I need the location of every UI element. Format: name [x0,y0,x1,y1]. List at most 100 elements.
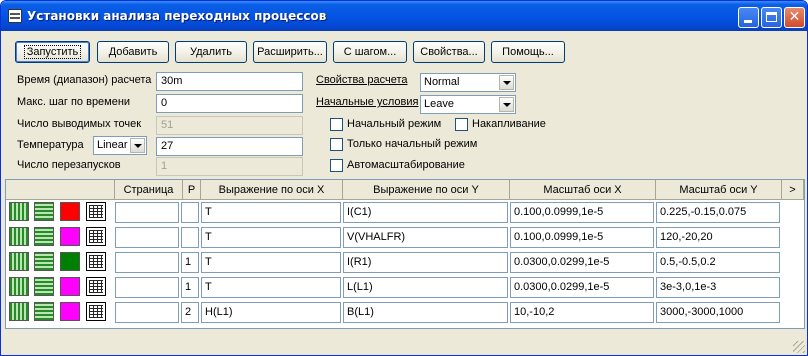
cell-p[interactable] [181,202,199,223]
cell-y-scale[interactable]: 0.5,-0.5,0.2 [656,252,780,273]
cell-y-scale[interactable]: 3e-3,0,1e-3 [656,277,780,298]
cell-x-expression[interactable]: T [201,252,341,273]
chevron-down-icon[interactable] [499,75,514,90]
initial-mode-label: Начальный режим [347,118,442,130]
table-header-controls [6,180,115,200]
trace-color-swatch[interactable] [60,252,80,271]
calc-properties-label: Свойства расчета [316,74,408,86]
stack-toggle-icon[interactable] [34,202,54,221]
cell-x-expression[interactable]: H(L1) [201,302,341,323]
cell-y-expression[interactable]: I(R1) [343,252,508,273]
trace-color-swatch[interactable] [60,302,80,321]
chevron-down-icon[interactable] [130,138,145,153]
window-title: Установки анализа переходных процессов [27,9,327,23]
cell-x-expression[interactable]: T [201,202,341,223]
temperature-mode-select[interactable]: Linear [93,136,147,155]
cell-x-scale[interactable]: 0.100,0.0999,1e-5 [510,202,654,223]
delete-button[interactable]: Удалить [175,41,247,63]
calc-properties-value: Normal [424,76,460,88]
time-range-field[interactable]: 30m [156,72,303,91]
cell-x-expression[interactable]: T [201,227,341,248]
column-header-x-scale[interactable]: Масштаб оси X [510,180,656,200]
stack-toggle-icon[interactable] [34,252,54,271]
cell-y-scale[interactable]: 120,-20,20 [656,227,780,248]
numeric-table-icon[interactable] [86,302,106,321]
cell-page[interactable] [115,302,179,323]
cell-page[interactable] [115,252,179,273]
help-button[interactable]: Помощь... [491,41,565,63]
stack-toggle-icon[interactable] [34,277,54,296]
cell-x-scale[interactable]: 10,-10,2 [510,302,654,323]
accumulate-checkbox[interactable] [455,118,468,131]
autoscale-label: Автомасштабирование [347,159,465,171]
cell-page[interactable] [115,202,179,223]
cell-p[interactable]: 2 [181,302,199,323]
autoscale-checkbox[interactable] [330,159,343,172]
cell-p[interactable]: 1 [181,252,199,273]
column-header-page[interactable]: Страница [115,180,183,200]
initial-conditions-label: Начальные условия [316,96,419,108]
close-button[interactable]: ✕ [784,7,805,28]
numeric-table-icon[interactable] [86,227,106,246]
waveform-toggle-icon[interactable] [9,202,29,221]
column-header-y-expression[interactable]: Выражение по оси Y [343,180,510,200]
minimize-button[interactable] [738,7,759,28]
app-table-icon [8,9,22,23]
title-bar[interactable]: Установки анализа переходных процессов ✕ [1,1,807,31]
minimize-icon [744,20,752,23]
cell-y-scale[interactable]: 3000,-3000,1000 [656,302,780,323]
trace-color-swatch[interactable] [60,277,80,296]
initial-mode-checkbox[interactable] [330,118,343,131]
waveform-toggle-icon[interactable] [9,227,29,246]
waveform-toggle-icon[interactable] [9,302,29,321]
cell-x-scale[interactable]: 0.0300,0.0299,1e-5 [510,277,654,298]
trace-color-swatch[interactable] [60,202,80,221]
cell-y-expression[interactable]: B(L1) [343,302,508,323]
maximize-button[interactable] [761,7,782,28]
initial-conditions-value: Leave [424,98,454,110]
output-points-label: Число выводимых точек [17,118,142,130]
properties-button[interactable]: Свойства... [413,41,485,63]
numeric-table-icon[interactable] [86,252,106,271]
resize-grip-icon[interactable] [793,341,805,353]
cell-y-expression[interactable]: L(L1) [343,277,508,298]
scroll-columns-button[interactable]: > [782,180,804,200]
maximize-icon [766,12,777,22]
expand-button[interactable]: Расширить... [253,41,327,63]
restarts-field: 1 [156,157,303,176]
cell-y-expression[interactable]: V(VHALFR) [343,227,508,248]
column-header-x-expression[interactable]: Выражение по оси X [201,180,343,200]
waveform-toggle-icon[interactable] [9,277,29,296]
cell-y-scale[interactable]: 0.225,-0.15,0.075 [656,202,780,223]
initial-conditions-select[interactable]: Leave [420,95,516,114]
add-button[interactable]: Добавить [97,41,169,63]
column-header-p[interactable]: P [183,180,201,200]
cell-p[interactable]: 1 [181,277,199,298]
stack-toggle-icon[interactable] [34,302,54,321]
temperature-field[interactable]: 27 [156,137,303,156]
cell-page[interactable] [115,227,179,248]
accumulate-label: Накапливание [472,118,546,130]
column-header-y-scale[interactable]: Масштаб оси Y [656,180,782,200]
only-initial-mode-checkbox[interactable] [330,138,343,151]
run-button[interactable]: Запустить [15,41,90,63]
max-step-label: Макс. шаг по времени [17,96,131,108]
cell-x-scale[interactable]: 0.100,0.0999,1e-5 [510,227,654,248]
cell-y-expression[interactable]: I(C1) [343,202,508,223]
cell-page[interactable] [115,277,179,298]
cell-p[interactable] [181,227,199,248]
cell-x-scale[interactable]: 0.0300,0.0299,1e-5 [510,252,654,273]
chevron-down-icon[interactable] [499,97,514,112]
waveform-toggle-icon[interactable] [9,252,29,271]
step-button[interactable]: С шагом... [333,41,407,63]
close-icon: ✕ [788,9,801,25]
trace-color-swatch[interactable] [60,227,80,246]
restarts-label: Число перезапусков [17,159,121,171]
run-button-label: Запустить [23,45,82,59]
cell-x-expression[interactable]: T [201,277,341,298]
numeric-table-icon[interactable] [86,202,106,221]
stack-toggle-icon[interactable] [34,227,54,246]
numeric-table-icon[interactable] [86,277,106,296]
calc-properties-select[interactable]: Normal [420,73,516,92]
max-step-field[interactable]: 0 [156,94,303,113]
